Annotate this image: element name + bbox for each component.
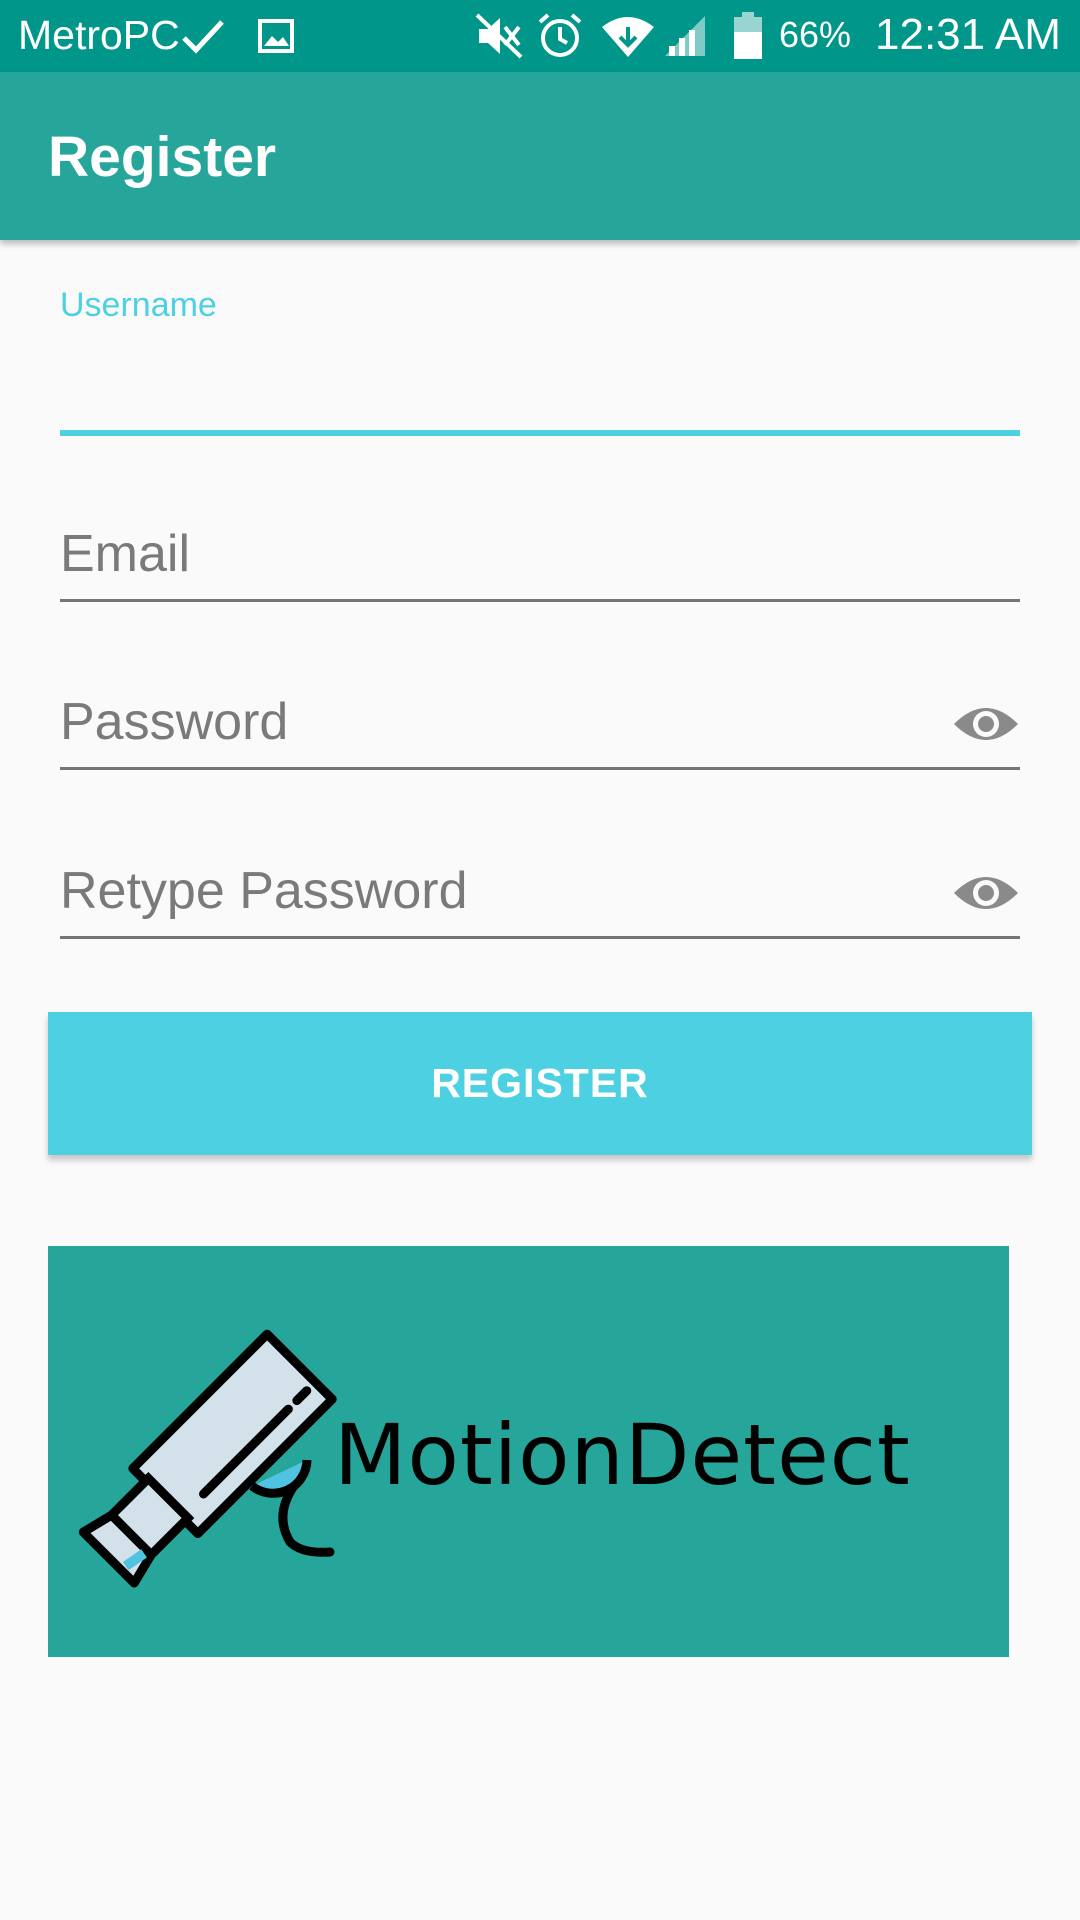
password-field[interactable]: Password: [60, 688, 1020, 772]
retype-password-underline: [60, 936, 1020, 939]
password-underline: [60, 767, 1020, 770]
page-title: Register: [48, 125, 277, 189]
image-icon: [254, 12, 298, 60]
app-bar: Register: [0, 72, 1080, 240]
signal-icon: [660, 12, 710, 60]
email-placeholder: Email: [60, 525, 191, 583]
eye-icon[interactable]: [952, 869, 1020, 917]
mute-icon: [474, 12, 524, 60]
logo-text: MotionDetect: [334, 1406, 911, 1504]
battery-percent: 66%: [779, 14, 852, 55]
password-placeholder: Password: [60, 693, 289, 751]
status-bar: MetroPCS 66% 12:31 AM: [0, 0, 1080, 72]
username-label: Username: [60, 286, 217, 324]
security-camera-icon: [78, 1329, 337, 1588]
alarm-icon: [535, 12, 585, 60]
battery-icon: [730, 12, 766, 60]
clock: 12:31 AM: [875, 10, 1061, 59]
retype-password-placeholder: Retype Password: [60, 862, 468, 920]
carrier-name: MetroPCS: [18, 12, 178, 58]
retype-password-field[interactable]: Retype Password: [60, 857, 1020, 941]
email-field[interactable]: Email: [60, 520, 1020, 604]
register-button[interactable]: REGISTER: [48, 1012, 1032, 1155]
eye-icon[interactable]: [952, 700, 1020, 748]
wifi-icon: [600, 12, 656, 60]
email-underline: [60, 599, 1020, 602]
username-underline: [60, 430, 1020, 436]
check-icon: [178, 12, 228, 60]
motiondetect-logo: MotionDetect: [48, 1246, 1009, 1657]
username-field[interactable]: Username: [60, 286, 1020, 436]
